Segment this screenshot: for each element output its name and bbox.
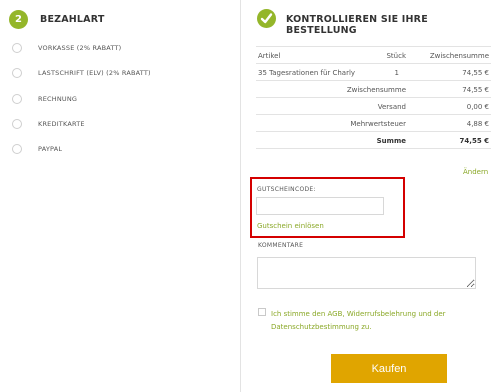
total-label: Summe [376,137,406,145]
row-rule [256,80,491,81]
comments-label: KOMMENTARE [258,242,304,249]
shipping-label: Versand [377,103,406,111]
coupon-label: GUTSCHEINCODE: [257,186,316,193]
payment-option-label: PAYPAL [38,145,63,153]
payment-option-paypal[interactable]: PAYPAL [12,144,62,154]
item-article: 35 Tagesrationen für Charly [258,69,356,77]
radio-button[interactable] [12,119,22,129]
total-value: 74,55 € [459,137,489,145]
table-top-rule [256,46,491,47]
radio-button[interactable] [12,94,22,104]
row-rule [256,131,491,132]
header-rule [256,63,491,64]
row-rule [256,97,491,98]
step-number-badge: 2 [9,10,28,29]
payment-option-rechnung[interactable]: RECHNUNG [12,94,77,104]
column-header-qty: Stück [386,52,406,60]
vat-value: 4,88 € [466,120,489,128]
payment-option-kreditkarte[interactable]: KREDITKARTE [12,119,85,129]
buy-button[interactable]: Kaufen [331,354,447,383]
payment-section-title: BEZAHLART [40,14,105,25]
agb-consent-text[interactable]: Ich stimme den AGB, Widerrufsbelehrung u… [271,308,471,334]
radio-button[interactable] [12,68,22,78]
vat-label: Mehrwertsteuer [350,120,406,128]
table-bottom-rule [256,148,491,149]
payment-option-label: VORKASSE (2% Rabatt) [38,44,122,52]
row-rule [256,114,491,115]
payment-option-label: LASTSCHRIFT (ELV) (2% Rabatt) [38,69,151,77]
radio-button[interactable] [12,43,22,53]
column-header-subtotal: Zwischensumme [429,52,489,60]
coupon-input[interactable] [256,197,384,215]
payment-option-vorkasse[interactable]: VORKASSE (2% Rabatt) [12,43,121,53]
redeem-coupon-link[interactable]: Gutschein einlösen [257,222,324,230]
payment-option-label: RECHNUNG [38,95,78,103]
checkmark-icon [257,9,276,28]
payment-option-label: KREDITKARTE [38,120,85,128]
review-section-title: KONTROLLIEREN SIE IHRE BESTELLUNG [286,14,428,36]
item-qty: 1 [394,69,399,77]
agb-checkbox[interactable] [258,308,266,316]
shipping-value: 0,00 € [466,103,489,111]
payment-option-lastschrift[interactable]: LASTSCHRIFT (ELV) (2% Rabatt) [12,68,151,78]
change-order-link[interactable]: Ändern [463,168,488,176]
subtotal-label: Zwischensumme [346,86,406,94]
radio-button[interactable] [12,144,22,154]
comments-textarea[interactable] [257,257,476,289]
column-header-article: Artikel [258,52,281,60]
subtotal-value: 74,55 € [462,86,489,94]
column-divider [240,0,241,392]
item-subtotal: 74,55 € [462,69,489,77]
